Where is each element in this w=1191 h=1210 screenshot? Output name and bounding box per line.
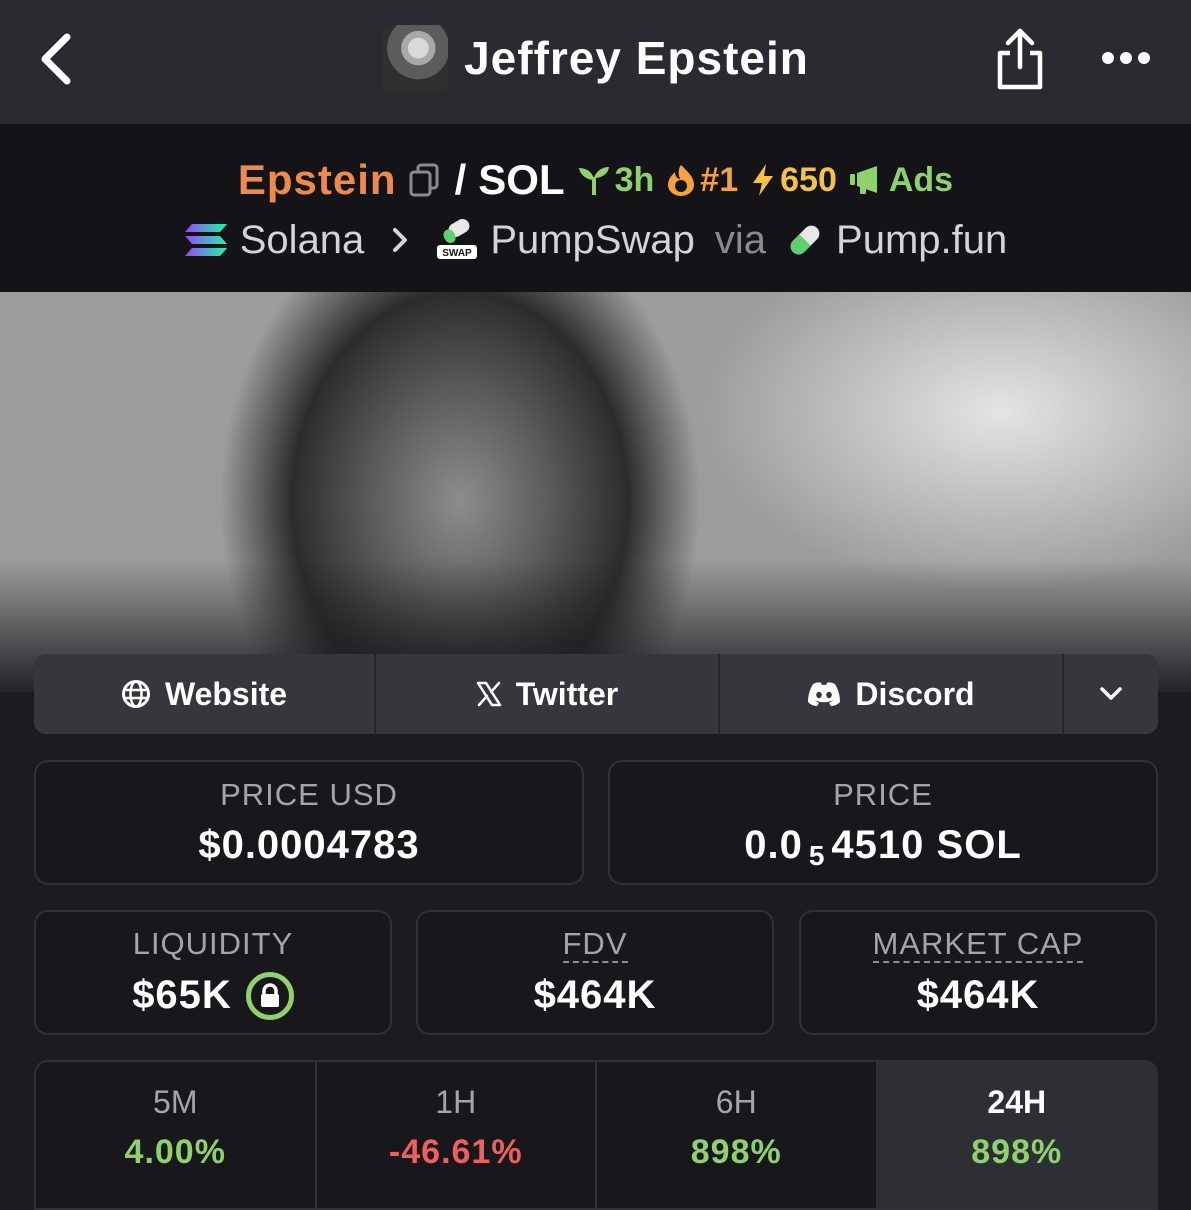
trending-rank-text: #1	[700, 160, 739, 199]
timeframe-label: 6H	[715, 1084, 757, 1120]
discord-label: Discord	[855, 675, 975, 712]
boost-count: 650	[780, 160, 837, 199]
boost-badge[interactable]: 650	[750, 161, 837, 200]
pumpswap-icon: SWAP	[437, 219, 478, 259]
liquidity-label: LIQUIDITY	[132, 925, 294, 961]
timeframe-label: 24H	[987, 1084, 1047, 1120]
price-change-value: -46.61%	[388, 1133, 523, 1171]
twitter-button[interactable]: Twitter	[376, 654, 720, 734]
pair-row: Epstein / SOL 3h #1 650 Ads	[0, 152, 1191, 208]
price-native-prefix: 0.0	[744, 823, 803, 867]
seedling-icon	[578, 167, 609, 195]
price-native-zero-count: 5	[808, 839, 826, 871]
launchpad-name: Pump.fun	[836, 217, 1008, 262]
price-native-label: PRICE	[833, 777, 933, 812]
market-cap-card: MARKET CAP $464K	[799, 910, 1157, 1035]
chain-name: Solana	[239, 217, 365, 262]
ads-label: Ads	[888, 160, 954, 199]
more-links-dropdown[interactable]	[1064, 654, 1158, 734]
ads-badge[interactable]: Ads	[849, 161, 953, 200]
twitter-label: Twitter	[515, 675, 619, 712]
dex-link[interactable]: SWAP PumpSwap	[436, 218, 695, 263]
page-title: Jeffrey Epstein	[464, 32, 809, 84]
tab-5m[interactable]: 5M 4.00%	[36, 1062, 317, 1208]
discord-button[interactable]: Discord	[720, 654, 1064, 734]
pair-age-badge[interactable]: 3h	[577, 160, 655, 200]
quote-symbol: SOL	[478, 156, 565, 203]
price-usd-value: $0.0004783	[198, 823, 420, 867]
megaphone-icon	[849, 166, 877, 194]
lock-icon	[260, 982, 279, 1007]
price-native-card: PRICE 0.0 5 4510 SOL	[608, 760, 1158, 885]
dex-name: PumpSwap	[490, 217, 695, 262]
tab-24h[interactable]: 24H 898%	[877, 1062, 1156, 1208]
share-icon	[997, 28, 1043, 90]
via-label: via	[714, 217, 767, 262]
svg-text:SWAP: SWAP	[443, 248, 473, 259]
liquidity-card: LIQUIDITY $65K	[34, 910, 392, 1035]
copy-icon	[409, 163, 439, 197]
more-horizontal-icon	[1102, 52, 1150, 64]
pair-separator: /	[454, 156, 467, 203]
price-change-value: 4.00%	[124, 1133, 226, 1171]
chevron-right-icon	[393, 228, 408, 252]
share-button[interactable]	[990, 24, 1050, 94]
price-native-value: 0.0 5 4510 SOL	[744, 823, 1022, 871]
price-native-suffix: 4510 SOL	[831, 823, 1022, 867]
discord-icon	[808, 682, 841, 706]
liquidity-value-row: $65K	[132, 971, 294, 1020]
chevron-down-icon	[1100, 687, 1122, 700]
pair-age-text: 3h	[614, 160, 655, 199]
trending-rank-badge[interactable]: #1	[666, 161, 738, 200]
website-button[interactable]: Website	[34, 654, 376, 734]
market-cap-label[interactable]: MARKET CAP	[872, 927, 1084, 963]
timeframe-label: 1H	[435, 1084, 477, 1120]
social-links-bar: Website Twitter Discord	[34, 654, 1158, 734]
tab-1h[interactable]: 1H -46.61%	[317, 1062, 597, 1208]
more-options-button[interactable]	[1096, 30, 1156, 86]
price-change-value: 898%	[971, 1133, 1063, 1171]
pair-header: Epstein / SOL 3h #1 650 Ads Solana SWAP …	[0, 124, 1191, 292]
fdv-value: $464K	[533, 973, 657, 1017]
flame-icon	[668, 165, 695, 196]
token-symbol: Epstein	[237, 156, 397, 203]
lightning-icon	[753, 164, 774, 196]
solana-icon	[184, 224, 227, 256]
globe-icon	[121, 680, 150, 708]
fdv-card: FDV $464K	[416, 910, 774, 1035]
launchpad-link[interactable]: Pump.fun	[786, 218, 1007, 263]
avatar	[382, 25, 449, 91]
price-usd-label: PRICE USD	[220, 777, 398, 812]
timeframe-label: 5M	[153, 1084, 198, 1120]
market-cap-value: $464K	[916, 973, 1040, 1017]
top-nav-bar: Jeffrey Epstein	[0, 0, 1191, 124]
x-logo-icon	[476, 681, 501, 707]
pill-icon	[790, 225, 820, 255]
chain-link[interactable]: Solana	[184, 217, 365, 263]
liquidity-value: $65K	[132, 973, 232, 1017]
copy-button[interactable]	[409, 163, 439, 197]
price-change-value: 898%	[690, 1133, 782, 1171]
chain-breadcrumb: Solana SWAP PumpSwap via Pump.fun	[0, 212, 1191, 268]
fdv-label[interactable]: FDV	[562, 927, 628, 963]
tab-6h[interactable]: 6H 898%	[597, 1062, 878, 1208]
website-label: Website	[164, 675, 288, 712]
liquidity-lock-badge[interactable]	[245, 971, 294, 1020]
price-usd-card: PRICE USD $0.0004783	[34, 760, 584, 885]
price-change-tabs: 5M 4.00% 1H -46.61% 6H 898% 24H 898%	[34, 1060, 1158, 1210]
